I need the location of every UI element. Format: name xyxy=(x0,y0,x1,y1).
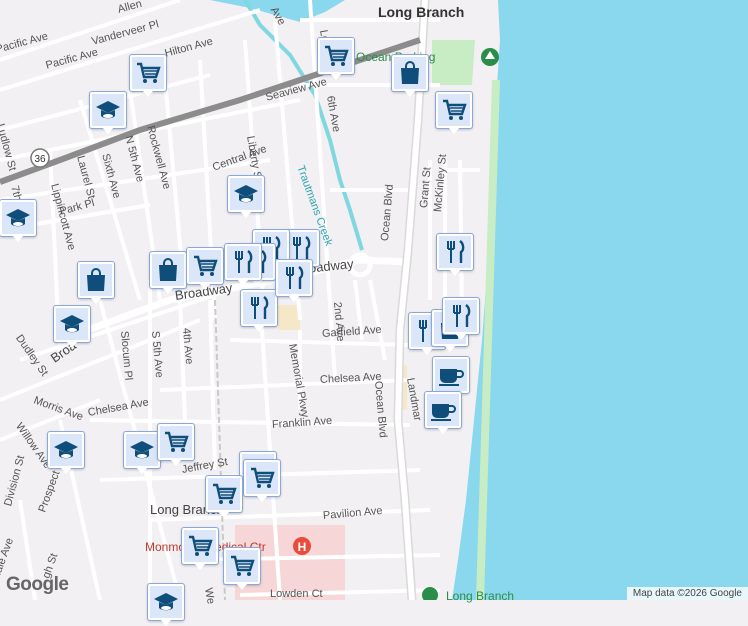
school-icon xyxy=(58,310,86,338)
route-36-label: 36 xyxy=(34,154,46,165)
map-pin-shopping-cart[interactable] xyxy=(158,424,194,466)
commercial-area-2 xyxy=(278,305,300,330)
school-icon xyxy=(4,204,32,232)
google-logo: Google xyxy=(6,574,69,595)
school-icon xyxy=(52,436,80,464)
map-pin-shopping-cart[interactable] xyxy=(187,248,223,290)
shopping-bag-icon xyxy=(154,256,182,284)
map-pin-school[interactable] xyxy=(90,92,126,134)
restaurant-icon xyxy=(447,302,475,330)
map-pin-school[interactable] xyxy=(148,584,184,626)
map-pin-school[interactable] xyxy=(0,200,36,242)
map-pin-school[interactable] xyxy=(54,306,90,348)
shopping-cart-icon xyxy=(248,464,276,492)
map-pin-shopping-bag[interactable] xyxy=(78,262,114,304)
school-icon xyxy=(152,588,180,616)
map-pin-shopping-cart[interactable] xyxy=(318,38,354,80)
map-pin-school[interactable] xyxy=(48,432,84,474)
restaurant-icon xyxy=(441,238,469,266)
shopping-cart-icon xyxy=(440,96,468,124)
restaurant-icon xyxy=(287,234,315,262)
map-pin-shopping-cart[interactable] xyxy=(244,460,280,502)
map-pin-shopping-cart[interactable] xyxy=(224,548,260,590)
shopping-cart-icon xyxy=(162,428,190,456)
map-pin-restaurant[interactable] xyxy=(443,298,479,340)
map-pin-restaurant[interactable] xyxy=(276,260,312,302)
shopping-cart-icon xyxy=(210,480,238,508)
shopping-cart-icon xyxy=(186,532,214,560)
map-pin-shopping-cart[interactable] xyxy=(182,528,218,570)
coffee-icon xyxy=(437,361,465,389)
shopping-cart-icon xyxy=(134,59,162,87)
map-pin-restaurant[interactable] xyxy=(437,234,473,276)
park-area xyxy=(432,40,475,85)
shopping-cart-icon xyxy=(228,552,256,580)
map-pin-restaurant[interactable] xyxy=(241,290,277,332)
map-pin-school[interactable] xyxy=(228,176,264,218)
restaurant-icon xyxy=(245,294,273,322)
map-pin-shopping-bag[interactable] xyxy=(392,55,428,97)
shopping-bag-icon xyxy=(82,266,110,294)
restaurant-icon xyxy=(280,264,308,292)
map-pin-shopping-cart[interactable] xyxy=(206,476,242,518)
map-pin-school[interactable] xyxy=(124,432,160,474)
shopping-cart-icon xyxy=(322,42,350,70)
school-icon xyxy=(128,436,156,464)
coffee-icon xyxy=(429,396,457,424)
map-canvas[interactable]: 36 H xyxy=(0,0,748,600)
map-pin-coffee[interactable] xyxy=(433,357,469,399)
school-icon xyxy=(232,180,260,208)
map-attribution: Map data ©2026 Google xyxy=(626,587,748,600)
map-pin-shopping-bag[interactable] xyxy=(150,252,186,294)
map-pin-restaurant[interactable] xyxy=(225,244,261,286)
school-icon xyxy=(94,96,122,124)
restaurant-icon xyxy=(229,248,257,276)
svg-text:H: H xyxy=(298,540,307,554)
shopping-bag-icon xyxy=(396,59,424,87)
shopping-cart-icon xyxy=(191,252,219,280)
map-pin-shopping-cart[interactable] xyxy=(130,55,166,97)
map-pin-shopping-cart[interactable] xyxy=(436,92,472,134)
map-pin-coffee[interactable] xyxy=(425,392,461,434)
